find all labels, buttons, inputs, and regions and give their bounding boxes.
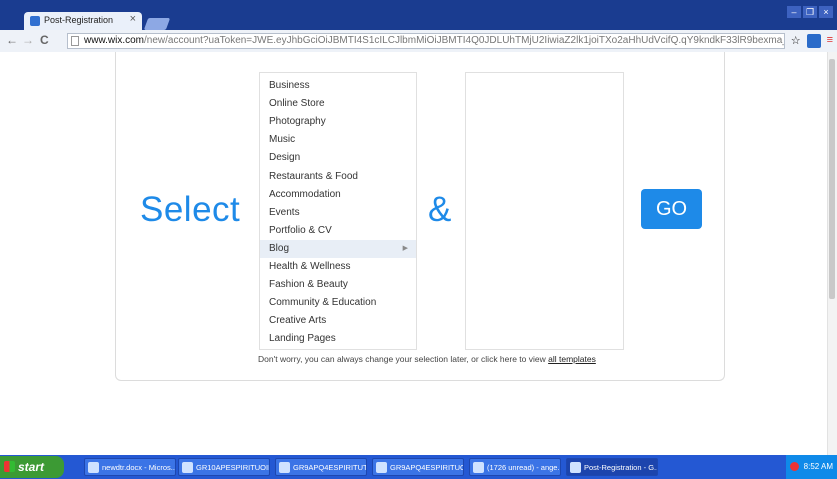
taskbar-item[interactable]: Post-Registration - G... bbox=[566, 458, 658, 476]
category-item[interactable]: Design bbox=[260, 149, 416, 167]
url-host: www.wix.com bbox=[84, 35, 145, 46]
bookmark-star-icon[interactable]: ☆ bbox=[791, 34, 801, 48]
app-icon bbox=[570, 462, 581, 473]
tray-alert-icon[interactable] bbox=[790, 462, 799, 471]
category-label: Design bbox=[269, 152, 301, 164]
taskbar-item-label: GR9APQ4ESPIRITUO... bbox=[390, 463, 464, 472]
app-icon bbox=[182, 462, 193, 473]
category-item[interactable]: Health & Wellness bbox=[260, 258, 416, 276]
category-label: Fashion & Beauty bbox=[269, 279, 348, 291]
url-path: /new/account?uaToken=JWE.eyJhbGciOiJBMTI… bbox=[144, 35, 785, 46]
window-controls: – ❐ × bbox=[787, 6, 833, 18]
taskbar-item-label: Post-Registration - G... bbox=[584, 463, 658, 472]
close-window-button[interactable]: × bbox=[819, 6, 833, 18]
category-item[interactable]: Online Store bbox=[260, 95, 416, 113]
category-label: Portfolio & CV bbox=[269, 224, 332, 236]
new-tab-button[interactable] bbox=[143, 18, 171, 30]
category-item[interactable]: Events bbox=[260, 204, 416, 222]
select-heading: Select bbox=[140, 190, 241, 229]
page-scrollbar[interactable] bbox=[827, 52, 837, 455]
selection-note: Don't worry, you can always change your … bbox=[258, 354, 596, 364]
start-button[interactable]: start bbox=[0, 456, 64, 478]
taskbar-item-label: (1726 unread) - ange... bbox=[487, 463, 561, 472]
category-label: Music bbox=[269, 134, 296, 146]
app-icon bbox=[88, 462, 99, 473]
category-item[interactable]: Accommodation bbox=[260, 186, 416, 204]
tab-close-icon[interactable]: × bbox=[130, 13, 136, 25]
taskbar-item-label: GR10APESPIRITUOIN... bbox=[196, 463, 269, 472]
wix-favicon-icon bbox=[30, 16, 40, 26]
tab-post-registration[interactable]: Post-Registration × bbox=[24, 12, 142, 30]
page-content: Select Business Online Store Photography Mu… bbox=[0, 52, 837, 455]
ampersand-label: & bbox=[428, 190, 452, 229]
windows-logo-icon bbox=[4, 461, 15, 472]
taskbar-item[interactable]: GR9APQ4ESPIRITUT... bbox=[275, 458, 367, 476]
category-item[interactable]: Community & Education bbox=[260, 294, 416, 312]
note-text: Don't worry, you can always change your … bbox=[258, 354, 549, 364]
browser-toolbar: ← → C www.wix.com/new/account?uaToken=JW… bbox=[0, 30, 837, 53]
address-bar[interactable]: www.wix.com/new/account?uaToken=JWE.eyJh… bbox=[67, 33, 785, 49]
clock: 8:52 AM bbox=[803, 462, 833, 471]
category-label: Business bbox=[269, 80, 310, 91]
browser-menu-icon[interactable]: ≡ bbox=[827, 34, 833, 48]
app-icon bbox=[473, 462, 484, 473]
category-item[interactable]: Restaurants & Food bbox=[260, 168, 416, 186]
page-icon bbox=[71, 36, 79, 46]
subcategory-list bbox=[465, 72, 624, 350]
app-icon bbox=[376, 462, 387, 473]
category-label: Accommodation bbox=[269, 188, 341, 200]
windows-taskbar: start 8:52 AM newdtr.docx - Micros... GR1… bbox=[0, 455, 837, 479]
category-item[interactable]: Creative Arts bbox=[260, 312, 416, 330]
scrollbar-thumb[interactable] bbox=[829, 59, 835, 299]
reload-icon[interactable]: C bbox=[40, 33, 49, 47]
category-label: Health & Wellness bbox=[269, 261, 351, 272]
extension-icon[interactable] bbox=[806, 34, 821, 48]
category-item[interactable]: Portfolio & CV bbox=[260, 222, 416, 240]
category-item[interactable]: Fashion & Beauty bbox=[260, 276, 416, 294]
taskbar-item[interactable]: newdtr.docx - Micros... bbox=[84, 458, 176, 476]
category-item[interactable]: Blog ▶ bbox=[260, 239, 416, 258]
forward-icon[interactable]: → bbox=[22, 33, 34, 47]
all-templates-link[interactable]: all templates bbox=[548, 354, 596, 364]
category-label: Landing Pages bbox=[269, 333, 336, 345]
taskbar-item[interactable]: GR9APQ4ESPIRITUO... bbox=[372, 458, 464, 476]
submenu-arrow-icon: ▶ bbox=[402, 244, 408, 252]
app-icon bbox=[279, 462, 290, 473]
maximize-button[interactable]: ❐ bbox=[803, 6, 817, 18]
category-label: Online Store bbox=[269, 98, 325, 110]
system-tray: 8:52 AM bbox=[786, 455, 837, 479]
tab-title: Post-Registration bbox=[44, 15, 114, 25]
category-label: Events bbox=[269, 206, 300, 218]
category-item[interactable]: Photography bbox=[260, 113, 416, 131]
category-label: Blog bbox=[269, 242, 290, 254]
taskbar-item[interactable]: (1726 unread) - ange... bbox=[469, 458, 561, 476]
category-item[interactable]: Landing Pages bbox=[260, 330, 416, 348]
category-item[interactable]: Business bbox=[260, 77, 416, 95]
back-icon[interactable]: ← bbox=[6, 33, 18, 47]
taskbar-item-label: GR9APQ4ESPIRITUT... bbox=[293, 463, 367, 472]
category-label: Restaurants & Food bbox=[269, 170, 358, 182]
taskbar-item[interactable]: GR10APESPIRITUOIN... bbox=[178, 458, 270, 476]
browser-title-bar: Post-Registration × – ❐ × bbox=[0, 0, 837, 30]
taskbar-item-label: newdtr.docx - Micros... bbox=[102, 463, 176, 472]
category-list: Business Online Store Photography Music Desi… bbox=[259, 72, 417, 350]
minimize-button[interactable]: – bbox=[787, 6, 801, 18]
category-label: Community & Education bbox=[269, 297, 377, 309]
category-item[interactable]: Music bbox=[260, 131, 416, 149]
category-label: Creative Arts bbox=[269, 315, 327, 327]
go-button[interactable]: GO bbox=[641, 189, 702, 229]
start-label: start bbox=[18, 460, 45, 474]
category-label: Photography bbox=[269, 116, 326, 128]
